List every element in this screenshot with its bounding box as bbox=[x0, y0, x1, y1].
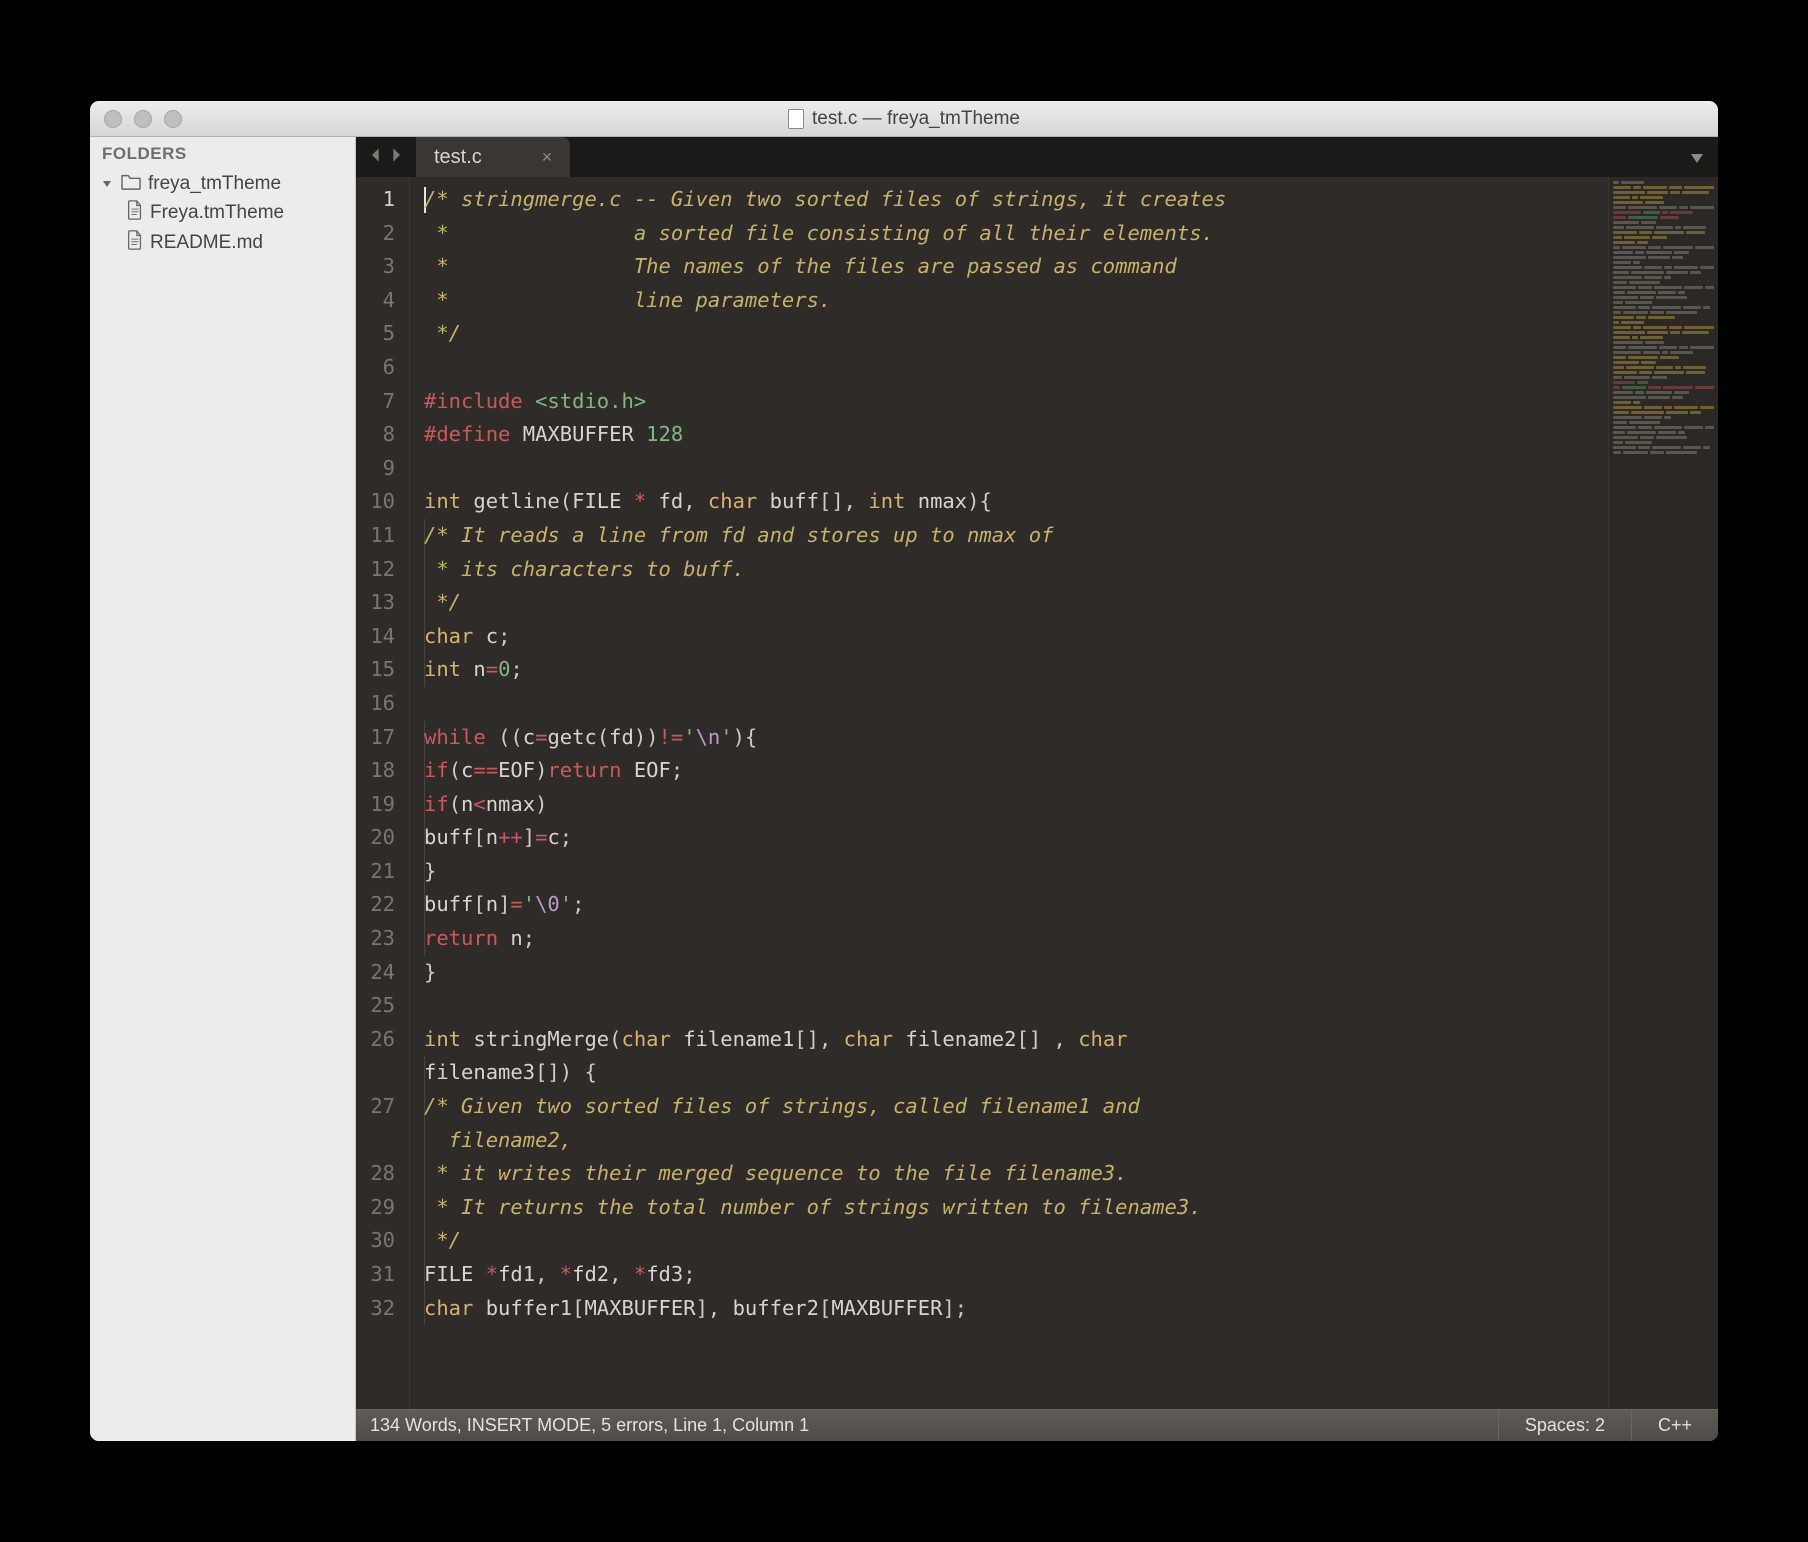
code-line: * line parameters. bbox=[424, 284, 1608, 318]
tree-folder-label: freya_tmTheme bbox=[148, 173, 281, 195]
window-title: test.c — freya_tmTheme bbox=[90, 108, 1718, 130]
file-tree: freya_tmTheme Freya.tmTheme README.md bbox=[90, 168, 355, 260]
file-icon bbox=[126, 230, 144, 256]
code-line: int stringMerge(char filename1[], char f… bbox=[424, 1023, 1608, 1057]
code-line: */ bbox=[424, 317, 1608, 351]
nav-forward-icon[interactable] bbox=[388, 147, 404, 168]
code-line: char buffer1[MAXBUFFER], buffer2[MAXBUFF… bbox=[424, 1292, 1608, 1326]
tab-active[interactable]: test.c × bbox=[416, 137, 570, 177]
status-bar: 134 Words, INSERT MODE, 5 errors, Line 1… bbox=[356, 1409, 1718, 1441]
code-line: */ bbox=[424, 1224, 1608, 1258]
sidebar: FOLDERS freya_tmTheme Freya.tmTheme READM… bbox=[90, 137, 356, 1441]
code-line: if(n<nmax) bbox=[424, 788, 1608, 822]
minimap[interactable] bbox=[1608, 177, 1718, 1409]
tab-history-nav bbox=[356, 137, 416, 177]
tab-bar: test.c × bbox=[356, 137, 1718, 177]
code-line: * The names of the files are passed as c… bbox=[424, 250, 1608, 284]
status-left[interactable]: 134 Words, INSERT MODE, 5 errors, Line 1… bbox=[356, 1415, 1498, 1436]
code-line bbox=[424, 452, 1608, 486]
code-line: #define MAXBUFFER 128 bbox=[424, 418, 1608, 452]
tree-file[interactable]: README.md bbox=[90, 228, 355, 258]
code-line: } bbox=[424, 956, 1608, 990]
tree-folder[interactable]: freya_tmTheme bbox=[90, 170, 355, 198]
code-line: * a sorted file consisting of all their … bbox=[424, 217, 1608, 251]
code-line: buff[n]='\0'; bbox=[424, 888, 1608, 922]
editor-body: 1234567891011121314151617181920212223242… bbox=[356, 177, 1718, 1409]
code-line: /* stringmerge.c -- Given two sorted fil… bbox=[424, 183, 1608, 217]
sidebar-header: FOLDERS bbox=[90, 137, 355, 168]
tree-file-label: README.md bbox=[150, 232, 263, 254]
code-line: filename3[]) { bbox=[424, 1056, 1608, 1090]
code-line bbox=[424, 351, 1608, 385]
code-line: while ((c=getc(fd))!='\n'){ bbox=[424, 721, 1608, 755]
zoom-window-button[interactable] bbox=[164, 110, 182, 128]
code-line: } bbox=[424, 855, 1608, 889]
code-line: /* It reads a line from fd and stores up… bbox=[424, 519, 1608, 553]
disclosure-triangle-icon[interactable] bbox=[100, 177, 114, 191]
main-area: FOLDERS freya_tmTheme Freya.tmTheme READM… bbox=[90, 137, 1718, 1441]
tab-overflow-icon[interactable] bbox=[1688, 137, 1706, 177]
code-line: if(c==EOF)return EOF; bbox=[424, 754, 1608, 788]
status-spaces[interactable]: Spaces: 2 bbox=[1498, 1410, 1631, 1441]
window-title-text: test.c — freya_tmTheme bbox=[812, 108, 1020, 130]
code-scroll[interactable]: 1234567891011121314151617181920212223242… bbox=[356, 177, 1608, 1409]
code-line: filename2, bbox=[424, 1124, 1608, 1158]
document-icon bbox=[788, 109, 804, 129]
code-line: * It returns the total number of strings… bbox=[424, 1191, 1608, 1225]
titlebar: test.c — freya_tmTheme bbox=[90, 101, 1718, 137]
code-line: char c; bbox=[424, 620, 1608, 654]
file-icon bbox=[126, 200, 144, 226]
code-line: * its characters to buff. bbox=[424, 553, 1608, 587]
tree-file[interactable]: Freya.tmTheme bbox=[90, 198, 355, 228]
tree-file-label: Freya.tmTheme bbox=[150, 202, 284, 224]
tab-close-icon[interactable]: × bbox=[542, 147, 553, 168]
code-line: FILE *fd1, *fd2, *fd3; bbox=[424, 1258, 1608, 1292]
code-line: buff[n++]=c; bbox=[424, 821, 1608, 855]
line-gutter: 1234567891011121314151617181920212223242… bbox=[356, 177, 410, 1409]
code-line: int n=0; bbox=[424, 653, 1608, 687]
app-window: test.c — freya_tmTheme FOLDERS freya_tmT… bbox=[90, 101, 1718, 1441]
code-area[interactable]: /* stringmerge.c -- Given two sorted fil… bbox=[410, 177, 1608, 1409]
nav-back-icon[interactable] bbox=[368, 147, 384, 168]
code-line: int getline(FILE * fd, char buff[], int … bbox=[424, 485, 1608, 519]
tab-label: test.c bbox=[434, 146, 482, 169]
editor-panel: test.c × 1234567891011121314151617181920… bbox=[356, 137, 1718, 1441]
code-line: return n; bbox=[424, 922, 1608, 956]
code-line: */ bbox=[424, 586, 1608, 620]
status-language[interactable]: C++ bbox=[1631, 1410, 1718, 1441]
close-window-button[interactable] bbox=[104, 110, 122, 128]
code-line: * it writes their merged sequence to the… bbox=[424, 1157, 1608, 1191]
code-line: #include <stdio.h> bbox=[424, 385, 1608, 419]
folder-icon bbox=[120, 172, 142, 196]
minimize-window-button[interactable] bbox=[134, 110, 152, 128]
traffic-lights bbox=[90, 110, 182, 128]
code-line bbox=[424, 989, 1608, 1023]
code-line: /* Given two sorted files of strings, ca… bbox=[424, 1090, 1608, 1124]
code-line bbox=[424, 687, 1608, 721]
